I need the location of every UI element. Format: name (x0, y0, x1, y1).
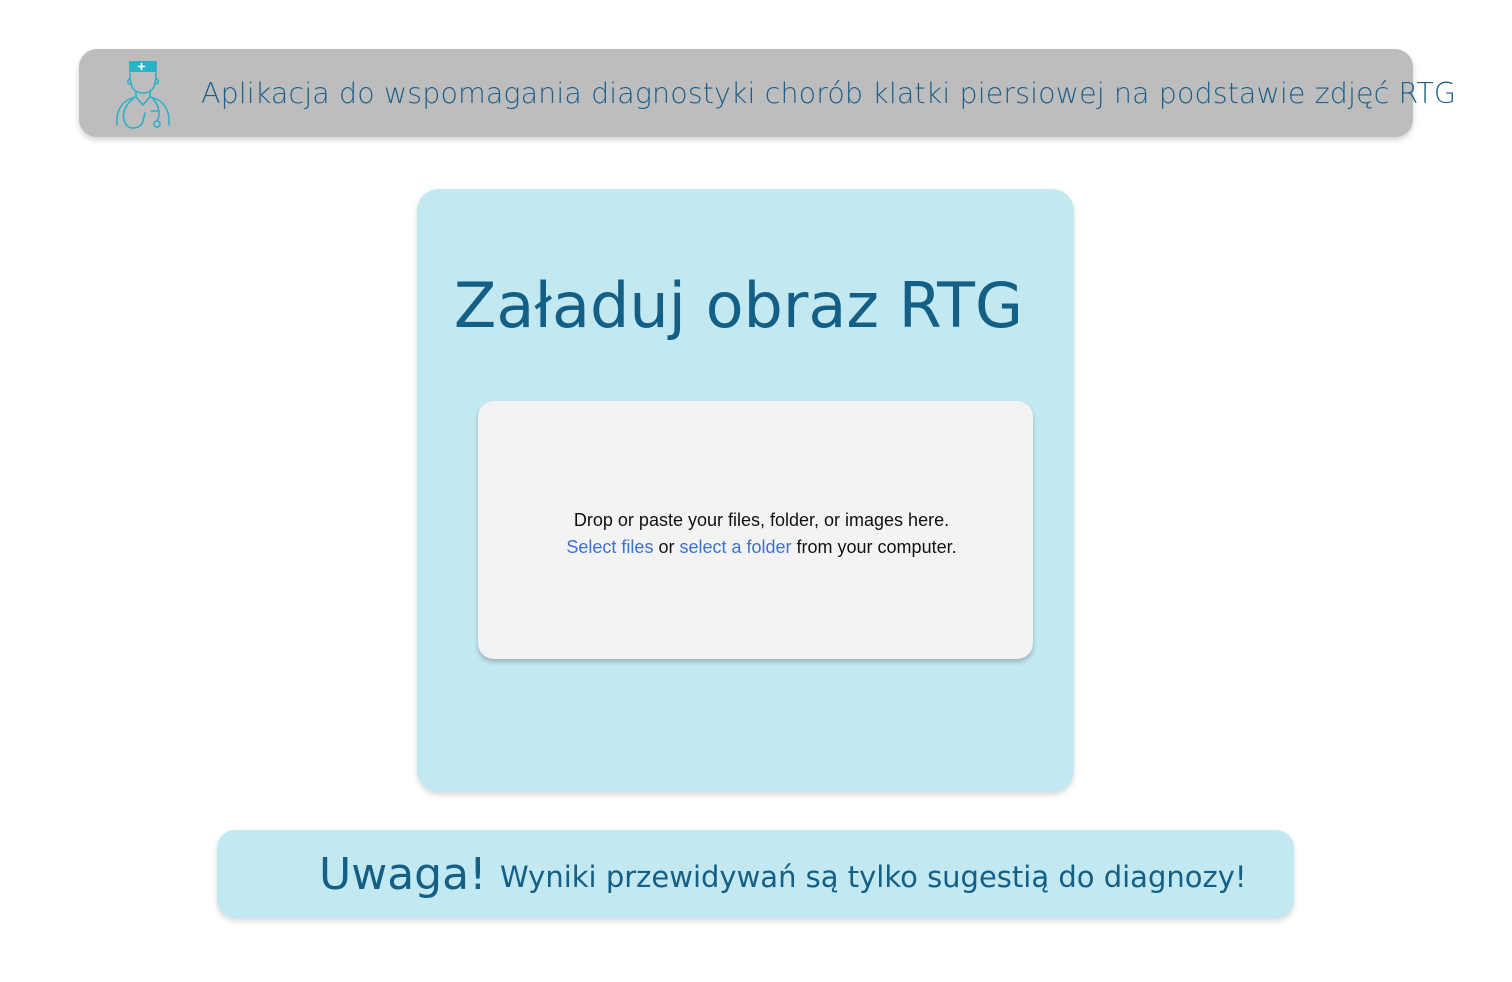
dropzone-instructions: Drop or paste your files, folder, or ima… (478, 507, 1033, 561)
file-dropzone[interactable]: Drop or paste your files, folder, or ima… (478, 401, 1033, 659)
page: Aplikacja do wspomagania diagnostyki cho… (0, 0, 1512, 982)
warning-text: Wyniki przewidywań są tylko sugestią do … (500, 860, 1247, 894)
warning-title: Uwaga! (319, 848, 487, 900)
doctor-stethoscope-icon (111, 59, 175, 135)
select-files-link[interactable]: Select files (566, 537, 653, 557)
select-folder-link[interactable]: select a folder (679, 537, 791, 557)
dropzone-line2: Select files or select a folder from you… (490, 534, 1033, 561)
warning-banner: Uwaga! Wyniki przewidywań są tylko suges… (217, 830, 1294, 918)
or-text: or (653, 537, 680, 557)
app-title: Aplikacja do wspomagania diagnostyki cho… (201, 76, 1457, 110)
app-header: Aplikacja do wspomagania diagnostyki cho… (79, 49, 1456, 137)
upload-title: Załaduj obraz RTG (453, 269, 1024, 342)
from-computer-text: from your computer. (791, 537, 957, 557)
upload-card: Załaduj obraz RTG Drop or paste your fil… (417, 189, 1074, 792)
dropzone-line1: Drop or paste your files, folder, or ima… (573, 510, 950, 530)
